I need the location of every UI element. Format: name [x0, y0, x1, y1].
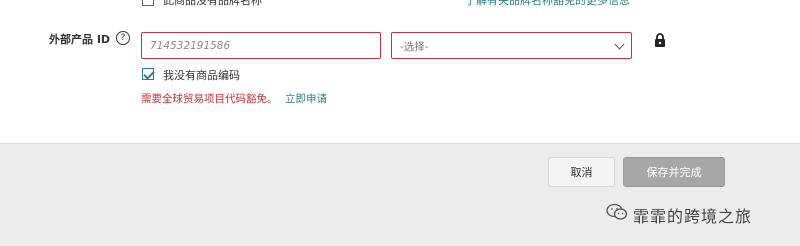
external-product-id-input[interactable] [141, 32, 381, 59]
wechat-icon [606, 203, 628, 220]
no-brand-checkbox[interactable] [142, 0, 154, 6]
help-icon[interactable]: ? [116, 31, 130, 45]
brand-exemption-link[interactable]: 了解有关品牌名称豁免的更多信息 [465, 0, 630, 8]
no-brand-label: 此商品没有品牌名称 [163, 0, 262, 7]
no-product-code-label: 我没有商品编码 [163, 69, 240, 82]
external-product-id-label: 外部产品 ID [49, 33, 111, 46]
id-type-select-value: -选择- [400, 41, 429, 53]
chevron-down-icon [614, 39, 625, 50]
checkmark-icon [143, 68, 155, 80]
gtin-exemption-notice: 需要全球贸易项目代码豁免。 [141, 93, 278, 105]
cancel-button[interactable]: 取消 [548, 157, 615, 187]
watermark-text: 霏霏的跨境之旅 [633, 207, 753, 226]
save-and-finish-button[interactable]: 保存并完成 [623, 157, 725, 187]
id-type-select[interactable]: -选择- [391, 32, 632, 59]
form-panel: 此商品没有品牌名称 了解有关品牌名称豁免的更多信息 外部产品 ID ? -选择-… [0, 0, 800, 144]
no-product-code-checkbox[interactable] [142, 68, 155, 80]
lock-icon [655, 33, 665, 47]
apply-now-link[interactable]: 立即申请 [285, 91, 327, 106]
